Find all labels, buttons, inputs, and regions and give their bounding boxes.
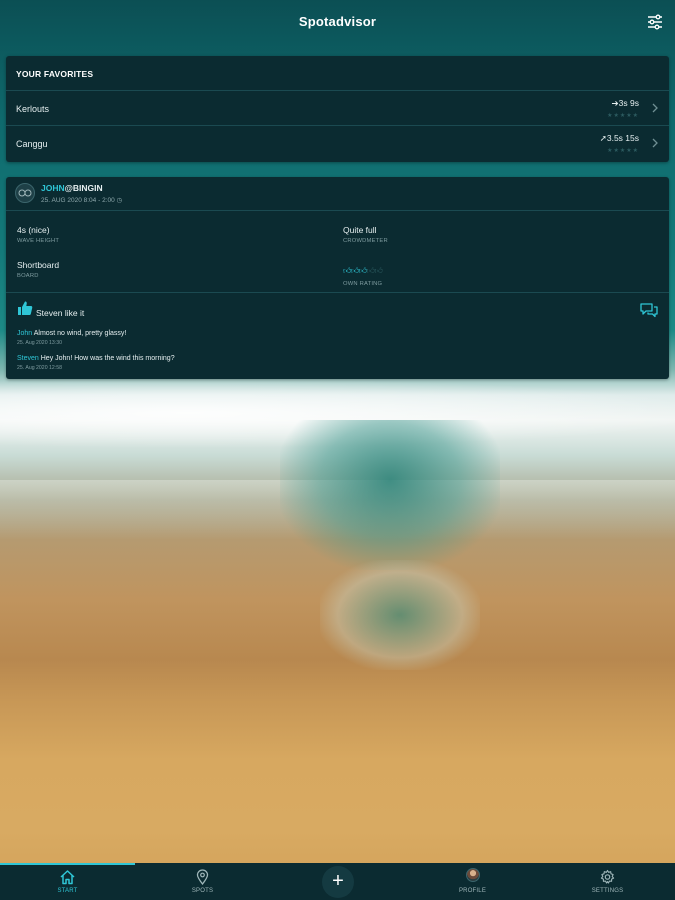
filter-button[interactable]: [645, 12, 665, 32]
post-header: JOHN@BINGIN 25. AUG 2020 8:04 - 2:00 ◷: [6, 177, 669, 211]
post-user-spot[interactable]: JOHN@BINGIN: [41, 183, 103, 193]
thumbs-up-icon[interactable]: [17, 300, 33, 316]
rating-thumb-icon: 👍︎: [343, 266, 351, 275]
favorite-item-canggu[interactable]: Canggu ➚3.5s 15s ★★★★★: [6, 126, 669, 161]
stat-crowdmeter: Quite full CROWDMETER: [343, 225, 388, 244]
comment-text: Almost no wind, pretty glassy!: [32, 330, 127, 337]
favorite-name: Kerlouts: [16, 104, 50, 114]
comment-author[interactable]: Steven: [17, 355, 39, 362]
wave-shape: [320, 560, 480, 670]
location-pin-icon: [196, 869, 209, 885]
post-spot: @BINGIN: [64, 183, 103, 193]
home-icon: [60, 870, 75, 885]
comment-date: 25. Aug 2020 13:30: [17, 340, 62, 346]
stat-board: Shortboard BOARD: [17, 260, 59, 279]
stat-label: CROWDMETER: [343, 238, 388, 244]
chat-bubbles-icon[interactable]: [639, 302, 659, 318]
app-title: Spotadvisor: [298, 14, 377, 29]
wave-shape: [280, 420, 500, 570]
divider: [6, 292, 669, 293]
nav-settings[interactable]: SETTINGS: [540, 863, 675, 900]
favorite-item-kerlouts[interactable]: Kerlouts ➔3s 9s ★★★★★: [6, 91, 669, 126]
comment-text: Hey John! How was the wind this morning?: [38, 355, 175, 362]
stat-label: WAVE HEIGHT: [17, 238, 60, 244]
favorite-rating: ★★★★★: [607, 148, 639, 154]
favorite-swell: ➚3.5s 15s: [599, 133, 639, 143]
favorite-rating: ★★★★★: [607, 113, 639, 119]
app-header: Spotadvisor: [0, 0, 675, 44]
avatar[interactable]: [15, 183, 35, 203]
nav-label: START: [57, 888, 78, 894]
comment-item: John Almost no wind, pretty glassy! 25. …: [17, 330, 126, 346]
rating-thumb-icon: 👍︎: [374, 266, 383, 275]
favorite-name: Canggu: [16, 139, 48, 149]
nav-label: PROFILE: [458, 888, 487, 894]
nav-label: SPOTS: [191, 888, 214, 894]
chevron-right-icon: [652, 138, 658, 148]
favorites-card: YOUR FAVORITES Kerlouts ➔3s 9s ★★★★★ Can…: [6, 56, 669, 162]
favorites-heading: YOUR FAVORITES: [6, 56, 669, 91]
chevron-right-icon: [652, 103, 658, 113]
comment-date: 25. Aug 2020 12:58: [17, 365, 62, 371]
sliders-icon: [648, 14, 662, 30]
rating-thumb-icon: 👍︎: [358, 266, 367, 275]
gear-icon: [600, 869, 615, 884]
stat-label: OWN RATING: [343, 281, 383, 287]
comment-author[interactable]: John: [17, 330, 32, 337]
nav-spots[interactable]: SPOTS: [135, 863, 270, 900]
add-session-button[interactable]: +: [322, 866, 354, 898]
stat-value: Quite full: [343, 225, 377, 235]
session-post-card: JOHN@BINGIN 25. AUG 2020 8:04 - 2:00 ◷ 4…: [6, 177, 669, 379]
favorite-swell: ➔3s 9s: [611, 98, 639, 108]
avatar-icon: [18, 189, 32, 197]
nav-start[interactable]: START: [0, 863, 135, 900]
rating-thumb-icon: 👍︎: [366, 266, 375, 275]
nav-profile[interactable]: PROFILE: [405, 863, 540, 900]
rating-thumbs: 👍︎👍︎👍︎👍︎👍︎: [343, 266, 383, 276]
post-username: JOHN: [41, 183, 65, 193]
stat-own-rating: 👍︎👍︎👍︎👍︎👍︎ OWN RATING: [343, 260, 383, 287]
rating-thumb-icon: 👍︎: [350, 266, 359, 275]
plus-icon: +: [332, 870, 344, 892]
stat-wave-height: 4s (nice) WAVE HEIGHT: [17, 225, 59, 244]
post-time: 25. AUG 2020 8:04 - 2:00 ◷: [41, 197, 123, 204]
stat-value: 4s (nice): [17, 225, 50, 235]
stat-label: BOARD: [17, 273, 39, 279]
avatar-icon: [466, 868, 480, 882]
likes-text: Steven like it: [36, 308, 85, 318]
stat-value: Shortboard: [17, 260, 60, 270]
comment-item: Steven Hey John! How was the wind this m…: [17, 355, 175, 371]
nav-label: SETTINGS: [591, 888, 624, 894]
